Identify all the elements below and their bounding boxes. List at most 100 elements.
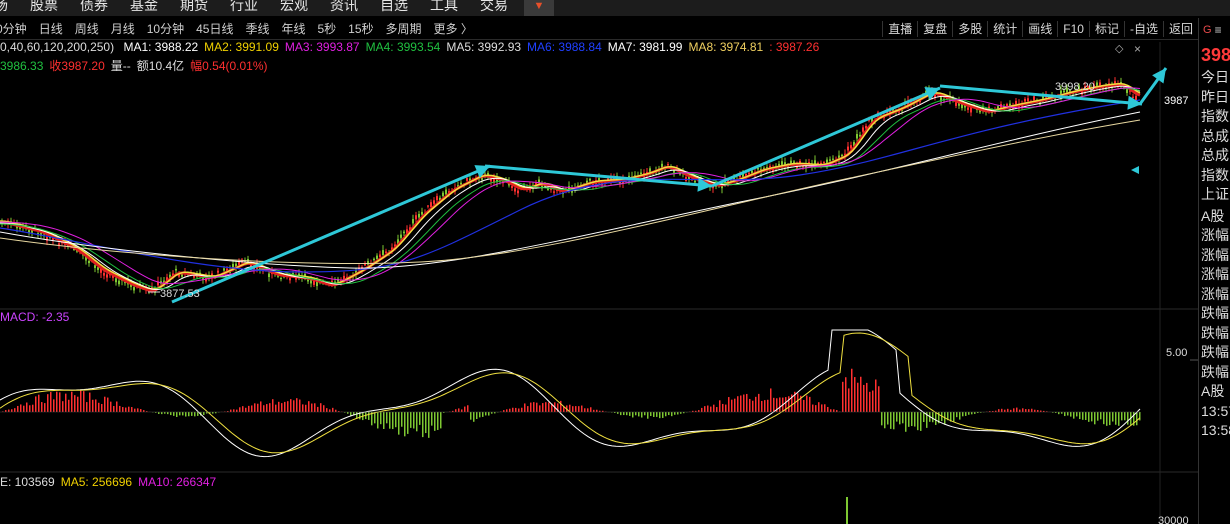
macd-bar	[173, 412, 175, 416]
macd-bar	[650, 412, 652, 416]
macd-bar	[398, 412, 400, 435]
volume-legend-row: E: 103569 MA5: 256696 MA10: 266347	[0, 475, 222, 489]
macd-bar	[431, 412, 433, 426]
ma-legend-row: 0,40,60,120,200,250) MA1: 3988.22 MA2: 39…	[0, 40, 825, 56]
toolbar-button[interactable]: 复盘	[917, 21, 952, 37]
toolbar-button[interactable]: 标记	[1088, 21, 1124, 37]
macd-bar	[1064, 412, 1066, 417]
volume-bar	[846, 497, 848, 524]
macd-bar	[263, 405, 265, 412]
macd-bar	[326, 408, 328, 412]
top-menu-item[interactable]: 交易	[466, 0, 516, 13]
macd-bar	[575, 406, 577, 412]
trend-arrow-head	[1152, 68, 1166, 84]
macd-bar	[1136, 412, 1138, 426]
macd-bar	[53, 399, 55, 412]
period-tab[interactable]: 5秒	[311, 20, 342, 37]
macd-bar	[317, 406, 319, 412]
top-menu-item[interactable]: 自选	[366, 0, 416, 13]
diamond-icon[interactable]: ◇	[1115, 42, 1123, 55]
macd-bar	[626, 412, 628, 416]
macd-bar	[407, 412, 409, 434]
macd-bar	[137, 408, 139, 412]
macd-bar	[821, 404, 823, 412]
toolbar-button[interactable]: 画线	[1022, 21, 1057, 37]
candle-body	[115, 278, 117, 283]
macd-bar	[815, 405, 817, 412]
toolbar-button[interactable]: F10	[1057, 21, 1089, 37]
top-menu-item[interactable]: 宏观	[266, 0, 316, 13]
macd-bar	[194, 412, 196, 417]
period-tab[interactable]: 多周期	[380, 20, 428, 37]
macd-bar	[1067, 412, 1069, 416]
candle-body	[847, 146, 849, 151]
macd-bar	[119, 405, 121, 412]
macd-bar	[437, 412, 439, 430]
macd-bar	[86, 402, 88, 412]
period-tab[interactable]: 0分钟	[0, 20, 33, 37]
macd-bar	[287, 401, 289, 412]
period-tab[interactable]: 15秒	[342, 20, 379, 37]
macd-bar	[305, 404, 307, 412]
candle-body	[133, 287, 135, 291]
toolbar-button[interactable]: 返回	[1162, 21, 1198, 37]
period-tab[interactable]: 10分钟	[141, 20, 190, 37]
dropdown-button[interactable]: ▼	[524, 0, 554, 16]
candle-body	[103, 272, 105, 276]
period-tab[interactable]: 更多 〉	[428, 20, 479, 37]
macd-bar	[935, 412, 937, 425]
macd-bar	[1082, 412, 1084, 420]
top-menu-item[interactable]: 资讯	[316, 0, 366, 13]
toolbar-button[interactable]: 直播	[882, 21, 917, 37]
macd-bar	[869, 391, 871, 412]
period-tab[interactable]: 日线	[33, 20, 69, 37]
macd-bar	[812, 404, 814, 412]
right-info-panel: G ≡ 398 今日 昨日 指数 总成 总成 指数 上证 A股 涨幅 涨幅 涨幅 涨幅 跌幅 跌幅 跌幅跌…	[1198, 18, 1230, 524]
top-menu-item[interactable]: 工具	[416, 0, 466, 13]
macd-bar	[623, 412, 625, 416]
macd-bar	[914, 412, 916, 427]
ma-params: 0,40,60,120,200,250)	[0, 40, 115, 54]
candle-body	[667, 164, 669, 166]
panel-row: 今日	[1201, 69, 1229, 85]
period-tab[interactable]: 年线	[275, 20, 311, 37]
macd-bar	[269, 403, 271, 412]
macd-bar	[128, 406, 130, 412]
top-menu-item[interactable]: 债券	[66, 0, 116, 13]
macd-bar	[266, 404, 268, 412]
macd-bar	[872, 390, 874, 412]
macd-bar	[965, 412, 967, 416]
macd-bar	[1007, 408, 1009, 412]
top-menu-item[interactable]: 股票	[16, 0, 66, 13]
top-menu-item[interactable]: 行业	[216, 0, 266, 13]
period-tab[interactable]: 季线	[239, 20, 275, 37]
macd-bar	[1004, 409, 1006, 412]
top-menu-item[interactable]: 基金	[116, 0, 166, 13]
toolbar-button[interactable]: 统计	[987, 21, 1022, 37]
toolbar-button[interactable]: -自选	[1123, 21, 1163, 37]
top-menu-item[interactable]: 期货	[166, 0, 216, 13]
candle-body	[460, 182, 462, 185]
macd-bar	[587, 408, 589, 412]
top-menu-item[interactable]: 场	[0, 0, 16, 13]
toolbar-button[interactable]: 多股	[952, 21, 987, 37]
macd-bar	[35, 396, 37, 412]
macd-bar	[1085, 412, 1087, 420]
g-badge[interactable]: G	[1203, 24, 1212, 36]
menu-icon[interactable]: ≡	[1215, 23, 1222, 37]
macd-bar	[185, 412, 187, 417]
period-tab[interactable]: 45日线	[190, 20, 239, 37]
period-tab[interactable]: 月线	[105, 20, 141, 37]
macd-bar	[857, 382, 859, 412]
macd-bar	[38, 394, 40, 412]
macd-bar	[899, 412, 901, 425]
macd-bar	[968, 412, 970, 415]
macd-bar	[905, 412, 907, 432]
candle-body	[421, 211, 423, 215]
top-menu-bar: 场股票 债券 基金 期货 行业 宏观 资讯 自选 工具 交易 ▼	[0, 0, 1230, 16]
period-tab[interactable]: 周线	[69, 20, 105, 37]
kline-chart-canvas[interactable]: 3877.53 3998.20 3987 5.00 30000	[0, 0, 1198, 524]
macd-bar	[509, 408, 511, 412]
close-icon[interactable]: ×	[1134, 42, 1141, 56]
macd-bar	[8, 409, 10, 412]
